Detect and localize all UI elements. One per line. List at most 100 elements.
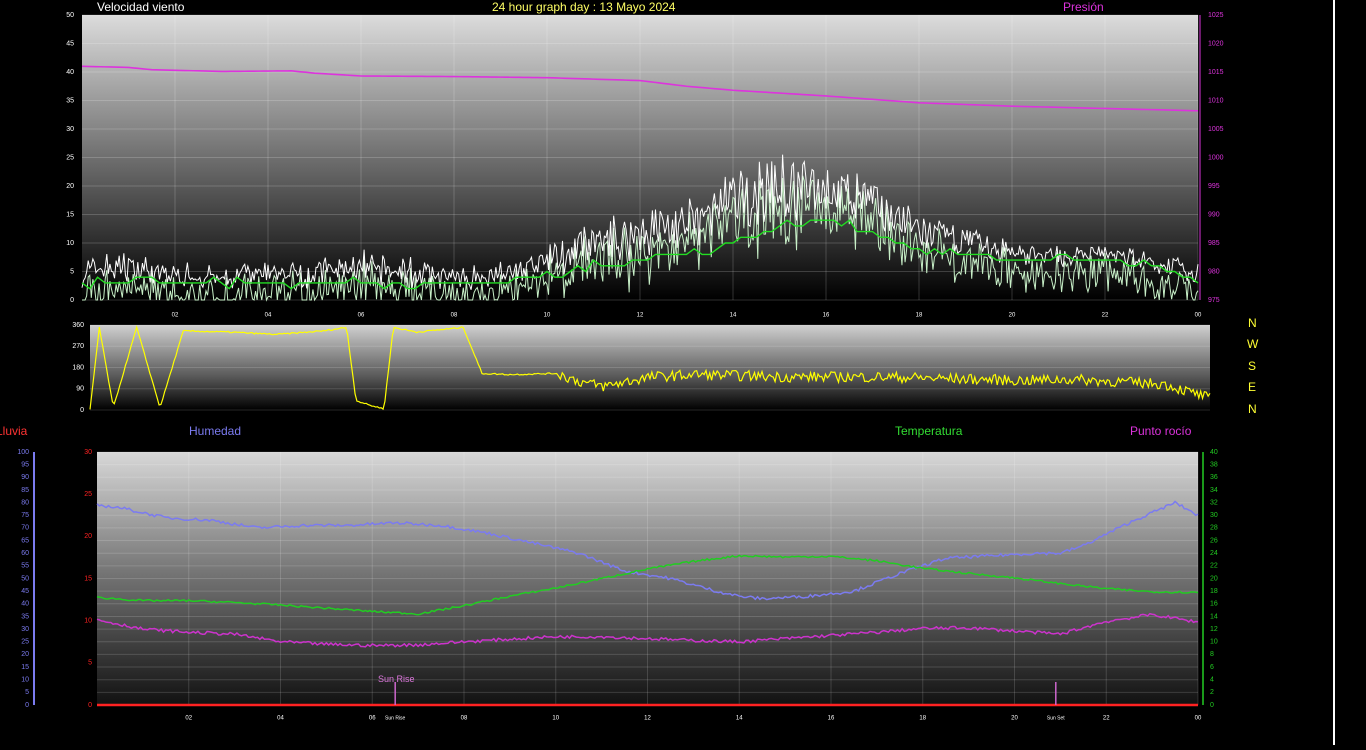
- direction-label-n-top: N: [1248, 316, 1257, 330]
- humidity-y-tick-label: 25: [21, 639, 29, 646]
- humidity-y-tick-label: 85: [21, 487, 29, 494]
- temp-x-tick-label: 04: [277, 716, 284, 722]
- humidity-y-tick-label: 50: [21, 575, 29, 582]
- temp-x-tick-label: 16: [828, 716, 835, 722]
- wind-y-tick-label: 20: [66, 183, 74, 190]
- temp-x-tick-label: 06: [369, 716, 376, 722]
- weather-graph-page: 0 5 10 15 20 25 30 35 40 45 50 975 980 985 990 995 1000 1…: [0, 0, 1366, 745]
- temp-x-tick-label: 12: [644, 716, 651, 722]
- wind-x-tick-label: 08: [451, 313, 458, 319]
- temperature-y-tick-label: 20: [1210, 575, 1218, 582]
- temperature-y-tick-label: 16: [1210, 601, 1218, 608]
- sun-rise-label: Sun Rise: [378, 674, 415, 684]
- temperature-y-tick-label: 38: [1210, 461, 1218, 468]
- humidity-title: Humedad: [189, 424, 242, 438]
- date-title: 24 hour graph day : 13 Mayo 2024: [492, 0, 676, 14]
- pressure-y-tick-label: 1025: [1208, 12, 1224, 19]
- temperature-y-tick-label: 26: [1210, 537, 1218, 544]
- frame-right-border: [1333, 0, 1335, 745]
- sun-set-axis-label: Sun Set: [1047, 715, 1065, 721]
- pressure-y-tick-label: 1000: [1208, 154, 1224, 161]
- direction-y-tick-label: 270: [72, 343, 84, 350]
- wind-x-tick-label: 22: [1102, 313, 1109, 319]
- humidity-y-tick-label: 90: [21, 474, 29, 481]
- humidity-y-tick-label: 5: [25, 689, 29, 696]
- rain-y-tick-label: 5: [88, 660, 92, 667]
- rain-title: Lluvia: [0, 424, 28, 438]
- wind-x-tick-label: 12: [637, 313, 644, 319]
- wind-y-tick-label: 10: [66, 240, 74, 247]
- humidity-y-tick-label: 55: [21, 563, 29, 570]
- pressure-y-tick-label: 985: [1208, 240, 1220, 247]
- humidity-y-tick-label: 20: [21, 651, 29, 658]
- humidity-y-tick-label: 40: [21, 601, 29, 608]
- wind-x-tick-label: 14: [730, 313, 737, 319]
- wind-x-tick-label: 04: [265, 313, 272, 319]
- temp-x-tick-label: 14: [736, 716, 743, 722]
- temp-x-tick-label: 20: [1011, 716, 1018, 722]
- wind-y-tick-label: 30: [66, 126, 74, 133]
- wind-x-tick-label: 18: [916, 313, 923, 319]
- temperature-title: Temperatura: [895, 424, 963, 438]
- humidity-y-tick-label: 75: [21, 512, 29, 519]
- pressure-y-tick-label: 980: [1208, 268, 1220, 275]
- pressure-y-tick-label: 990: [1208, 211, 1220, 218]
- temperature-y-tick-label: 2: [1210, 689, 1214, 696]
- humidity-y-tick-label: 60: [21, 550, 29, 557]
- direction-y-tick-label: 0: [80, 407, 84, 414]
- dewpoint-title: Punto rocío: [1130, 424, 1192, 438]
- temp-x-tick-label: 00: [1195, 716, 1202, 722]
- temperature-y-tick-label: 18: [1210, 588, 1218, 595]
- humidity-y-tick-label: 95: [21, 461, 29, 468]
- humidity-y-tick-label: 100: [17, 449, 29, 456]
- rain-y-tick-label: 30: [84, 449, 92, 456]
- temperature-y-tick-label: 30: [1210, 512, 1218, 519]
- wind-x-tick-label: 06: [358, 313, 365, 319]
- temperature-y-tick-label: 36: [1210, 474, 1218, 481]
- rain-y-tick-label: 15: [84, 575, 92, 582]
- wind-y-tick-label: 45: [66, 40, 74, 47]
- wind-y-tick-label: 5: [70, 268, 74, 275]
- direction-y-tick-label: 360: [72, 322, 84, 329]
- pressure-y-tick-label: 1020: [1208, 40, 1224, 47]
- temperature-y-tick-label: 0: [1210, 702, 1214, 709]
- rain-y-tick-label: 20: [84, 533, 92, 540]
- temperature-y-tick-label: 6: [1210, 664, 1214, 671]
- temp-x-tick-label: 18: [919, 716, 926, 722]
- wind-y-tick-label: 35: [66, 97, 74, 104]
- wind-x-tick-label: 10: [544, 313, 551, 319]
- temp-x-tick-label: 02: [185, 716, 192, 722]
- sun-rise-axis-label: Sun Rise: [385, 715, 406, 721]
- humidity-y-tick-label: 80: [21, 499, 29, 506]
- graph-canvas: 0510152025303540455097598098599099510001…: [17, 12, 1224, 722]
- temperature-y-tick-label: 10: [1210, 639, 1218, 646]
- humidity-y-tick-label: 45: [21, 588, 29, 595]
- wind-y-tick-label: 0: [70, 297, 74, 304]
- direction-label-w: W: [1247, 337, 1259, 351]
- temperature-y-tick-label: 34: [1210, 487, 1218, 494]
- pressure-y-tick-label: 995: [1208, 183, 1220, 190]
- rain-y-tick-label: 0: [88, 702, 92, 709]
- wind-title: Velocidad viento: [97, 0, 185, 14]
- humidity-y-tick-label: 10: [21, 677, 29, 684]
- direction-y-tick-label: 90: [76, 386, 84, 393]
- temperature-y-tick-label: 8: [1210, 651, 1214, 658]
- temperature-y-tick-label: 4: [1210, 677, 1214, 684]
- temperature-y-tick-label: 12: [1210, 626, 1218, 633]
- humidity-y-tick-label: 0: [25, 702, 29, 709]
- humidity-y-tick-label: 65: [21, 537, 29, 544]
- temperature-y-tick-label: 22: [1210, 563, 1218, 570]
- direction-label-e: E: [1248, 380, 1257, 394]
- temperature-y-tick-label: 40: [1210, 449, 1218, 456]
- rain-y-tick-label: 10: [84, 618, 92, 625]
- pressure-title: Presión: [1063, 0, 1104, 14]
- pressure-y-tick-label: 1010: [1208, 97, 1224, 104]
- pressure-y-tick-label: 1015: [1208, 69, 1224, 76]
- humidity-y-tick-label: 70: [21, 525, 29, 532]
- wind-y-tick-label: 50: [66, 12, 74, 19]
- rain-y-tick-label: 25: [84, 491, 92, 498]
- wind-x-tick-label: 16: [823, 313, 830, 319]
- direction-y-tick-label: 180: [72, 364, 84, 371]
- temp-x-tick-label: 10: [552, 716, 559, 722]
- direction-label-n-bottom: N: [1248, 402, 1257, 416]
